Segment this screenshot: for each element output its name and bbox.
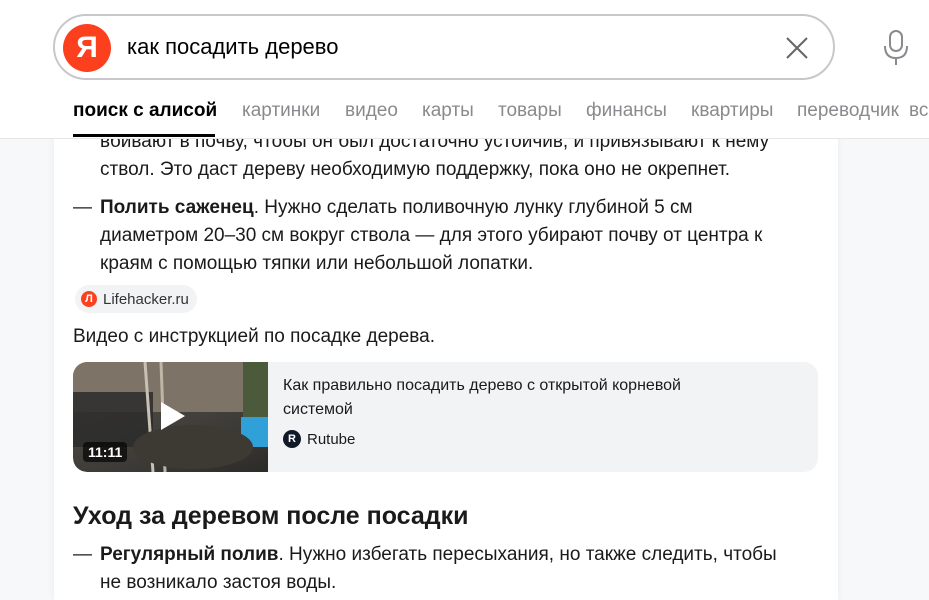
list-item-text: . Нужно сделать поливочную лунку глубино… bbox=[253, 197, 693, 218]
yandex-logo[interactable]: Я bbox=[63, 24, 111, 72]
section-heading: Уход за деревом после посадки bbox=[73, 502, 469, 530]
search-header: Я как посадить дерево поиск с алисой кар… bbox=[0, 0, 929, 139]
list-dash: — bbox=[73, 197, 92, 218]
video-card[interactable]: 11:11 Как правильно посадить дерево с от… bbox=[73, 362, 818, 472]
tab-all[interactable]: вс bbox=[909, 100, 928, 122]
list-dash: — bbox=[73, 544, 92, 565]
tab-products[interactable]: товары bbox=[498, 100, 562, 122]
lifehacker-icon: Л bbox=[81, 291, 97, 307]
search-input[interactable]: как посадить дерево bbox=[127, 34, 338, 60]
tab-images[interactable]: картинки bbox=[242, 100, 320, 122]
list-item-regular-watering: Регулярный полив. Нужно избегать пересых… bbox=[100, 541, 820, 569]
close-icon[interactable] bbox=[785, 36, 809, 60]
video-title-line: Как правильно посадить дерево с открытой… bbox=[283, 377, 681, 394]
list-item-water: Полить саженец. Нужно сделать поливочную… bbox=[100, 194, 820, 222]
list-item-text: . Нужно избегать пересыхания, но также с… bbox=[278, 544, 777, 565]
active-tab-indicator bbox=[73, 134, 215, 137]
paragraph-line: диаметром 20–30 см вокруг ствола — для э… bbox=[100, 225, 763, 246]
source-chip-lifehacker[interactable]: Л Lifehacker.ru bbox=[75, 285, 197, 313]
paragraph-line: не возникало застоя воды. bbox=[100, 572, 337, 593]
tab-alice-search[interactable]: поиск с алисой bbox=[73, 100, 217, 122]
source-chip-label: Lifehacker.ru bbox=[103, 290, 189, 308]
video-thumbnail[interactable]: 11:11 bbox=[73, 362, 268, 472]
tab-finance[interactable]: финансы bbox=[586, 100, 667, 122]
rutube-icon: R bbox=[283, 430, 301, 448]
video-intro: Видео с инструкцией по посадке дерева. bbox=[73, 326, 436, 347]
video-duration: 11:11 bbox=[83, 442, 128, 462]
tab-video[interactable]: видео bbox=[345, 100, 398, 122]
microphone-icon[interactable] bbox=[881, 30, 911, 66]
tab-apartments[interactable]: квартиры bbox=[691, 100, 773, 122]
tab-maps[interactable]: карты bbox=[422, 100, 474, 122]
search-box[interactable]: Я как посадить дерево bbox=[53, 14, 835, 80]
video-source-label: Rutube bbox=[307, 430, 356, 448]
tab-translator[interactable]: переводчик bbox=[797, 100, 899, 122]
paragraph-line: ствол. Это даст дереву необходимую подде… bbox=[100, 159, 730, 180]
paragraph-line: краям с помощью тяпки или небольшой лопа… bbox=[100, 253, 534, 274]
video-title-line: системой bbox=[283, 401, 353, 418]
video-title[interactable]: Как правильно посадить дерево с открытой… bbox=[283, 374, 753, 422]
list-item-title: Регулярный полив bbox=[100, 544, 279, 565]
list-item-title: Полить саженец bbox=[100, 197, 254, 218]
video-source: R Rutube bbox=[283, 430, 355, 448]
play-icon[interactable] bbox=[153, 398, 189, 434]
